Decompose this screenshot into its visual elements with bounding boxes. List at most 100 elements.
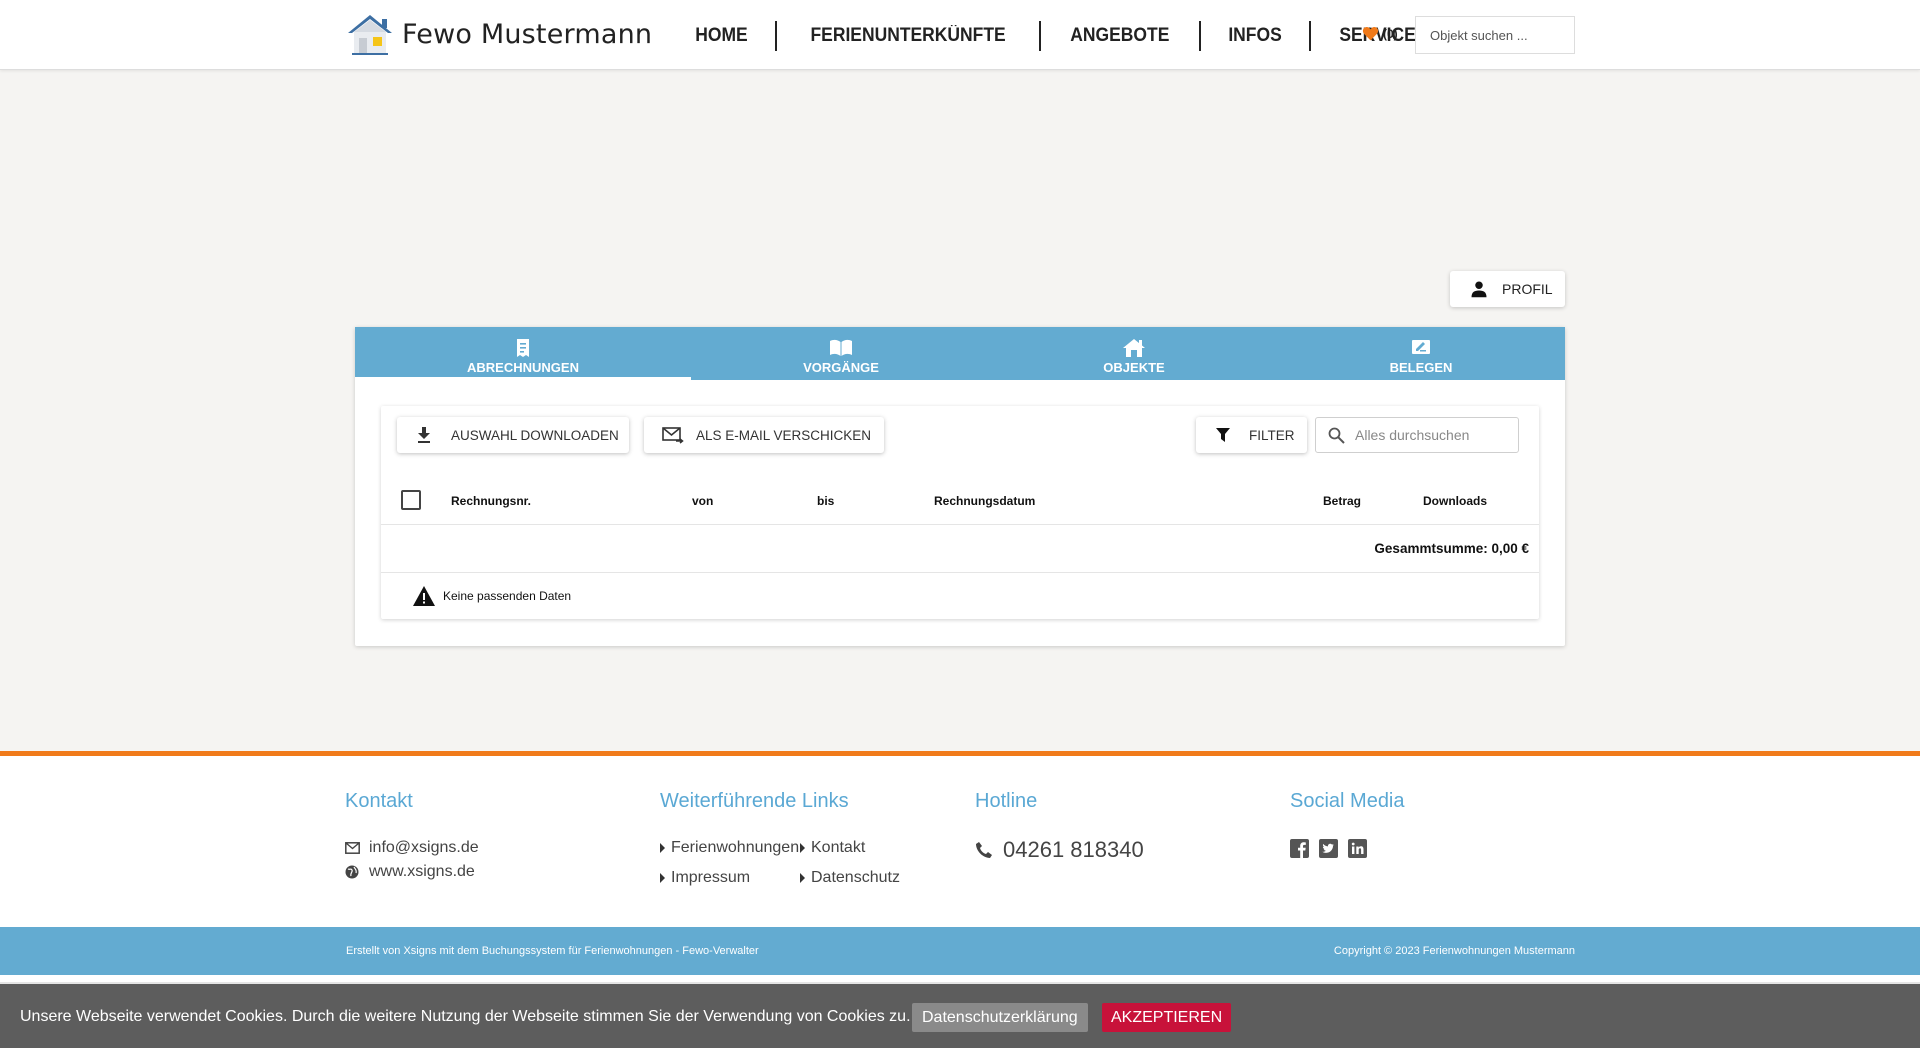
globe-icon [345,865,361,879]
link-label: Ferienwohnungen [671,839,800,856]
email-send-icon [662,426,684,444]
nav-angebote[interactable]: ANGEBOTE [1047,20,1192,52]
privacy-policy-button[interactable]: Datenschutzerklärung [912,1003,1088,1032]
nav-home[interactable]: HOME [672,20,770,52]
footer-contact: Kontakt info@xsigns.de www.xsigns.de [345,790,479,887]
download-selection-label: AUSWAHL DOWNLOADEN [451,427,619,443]
send-email-label: ALS E-MAIL VERSCHICKEN [696,427,872,443]
nav-separator [1039,21,1042,51]
envelope-icon [345,842,361,854]
logo[interactable]: Fewo Mustermann [346,13,652,55]
linkedin-icon[interactable] [1348,839,1367,858]
footer-bottom-bar: Erstellt von Xsigns mit dem Buchungssyst… [0,927,1920,975]
account-card: ABRECHNUNGEN VORGÄNGE OBJEKTE BELEGEN AU… [355,327,1565,646]
cookie-message: Unsere Webseite verwendet Cookies. Durch… [20,1008,911,1025]
column-header[interactable]: von [692,494,713,508]
phone-icon [975,841,993,859]
nav-separator [1198,21,1201,51]
warning-icon [413,586,435,606]
hotline-number: 04261 818340 [1003,837,1144,862]
nav-infos[interactable]: INFOS [1205,20,1304,52]
footer-credit[interactable]: Erstellt von Xsigns mit dem Buchungssyst… [346,945,759,957]
tab-label: OBJEKTE [1103,359,1165,375]
tab-bar: ABRECHNUNGEN VORGÄNGE OBJEKTE BELEGEN [355,327,1565,380]
billing-table-panel: AUSWAHL DOWNLOADEN ALS E-MAIL VERSCHICKE… [381,406,1539,619]
footer-social: Social Media [1290,790,1405,858]
column-header[interactable]: bis [817,494,834,508]
caret-right-icon [660,873,665,883]
filter-button[interactable]: FILTER [1196,417,1307,453]
download-selection-button[interactable]: AUSWAHL DOWNLOADEN [397,417,629,453]
empty-state: Keine passenden Daten [413,586,571,606]
footer-hotline-title: Hotline [975,790,1038,812]
empty-message: Keine passenden Daten [443,589,572,603]
site-header: Fewo Mustermann HOME FERIENUNTERKÜNFTE A… [0,0,1920,70]
tab-label: ABRECHNUNGEN [467,359,579,375]
heart-icon [1362,26,1379,41]
cookie-banner: Unsere Webseite verwendet Cookies. Durch… [0,982,1920,1048]
footer-spacer [0,975,1920,982]
nav-separator [775,21,777,51]
table-total-row: Gesammtsumme: 0,00 € [381,524,1539,573]
footer-link-kontakt[interactable]: Kontakt [800,839,920,857]
footer-hotline: Hotline 04261 818340 [975,790,1144,863]
footer-link-impressum[interactable]: Impressum [660,869,800,887]
column-header[interactable]: Rechnungsnr. [451,494,531,508]
link-label: Kontakt [811,839,866,856]
send-email-button[interactable]: ALS E-MAIL VERSCHICKEN [644,417,884,453]
tab-belegen[interactable]: BELEGEN [1277,327,1565,380]
select-all-checkbox[interactable] [401,490,421,510]
table-search-box[interactable] [1315,417,1519,453]
house-icon [1122,337,1146,359]
favorites-count: (0) [1383,26,1398,41]
search-icon [1328,427,1345,444]
tab-abrechnungen[interactable]: ABRECHNUNGEN [355,327,691,380]
tab-label: BELEGEN [1389,359,1453,375]
hotline-phone[interactable]: 04261 818340 [975,837,1144,863]
footer-copyright: Copyright © 2023 Ferienwohnungen Musterm… [1333,945,1575,957]
column-header[interactable]: Betrag [1323,494,1361,508]
nav-ferienunterkuenfte[interactable]: FERIENUNTERKÜNFTE [787,20,1028,52]
contact-email[interactable]: info@xsigns.de [345,839,479,857]
footer-contact-title: Kontakt [345,790,413,812]
receipt-icon [514,337,532,359]
footer-link-ferienwohnungen[interactable]: Ferienwohnungen [660,839,800,857]
column-header[interactable]: Downloads [1423,494,1487,508]
edit-icon [1411,337,1431,359]
tab-vorgaenge[interactable]: VORGÄNGE [691,327,991,380]
nav-separator [1308,21,1311,51]
accept-cookies-button[interactable]: AKZEPTIEREN [1102,1003,1232,1032]
filter-icon [1216,428,1230,442]
filter-label: FILTER [1249,427,1295,443]
table-header: Rechnungsnr. von bis Rechnungsdatum Betr… [381,478,1539,524]
object-search-input[interactable] [1415,16,1575,54]
main-nav: HOME FERIENUNTERKÜNFTE ANGEBOTE INFOS SE… [668,20,1444,52]
total-sum: Gesammtsumme: 0,00 € [1374,541,1529,556]
book-icon [829,337,853,359]
tab-objekte[interactable]: OBJEKTE [991,327,1277,380]
profile-label: PROFIL [1502,281,1553,297]
caret-right-icon [660,843,665,853]
twitter-icon[interactable] [1319,839,1338,858]
person-icon [1471,281,1487,298]
link-label: Datenschutz [811,869,900,886]
link-label: Impressum [671,869,751,886]
tab-label: VORGÄNGE [803,359,879,375]
contact-website[interactable]: www.xsigns.de [345,863,479,881]
site-footer: Kontakt info@xsigns.de www.xsigns.de Wei… [0,756,1920,927]
footer-social-title: Social Media [1290,790,1405,812]
column-header[interactable]: Rechnungsdatum [934,494,1035,508]
logo-text: Fewo Mustermann [402,18,653,50]
house-logo-icon [348,15,392,55]
favorites-link[interactable]: (0) [1362,26,1398,41]
contact-website-text: www.xsigns.de [369,863,475,880]
profile-button[interactable]: PROFIL [1450,271,1565,307]
footer-links-title: Weiterführende Links [660,790,849,812]
footer-link-datenschutz[interactable]: Datenschutz [800,869,920,887]
facebook-icon[interactable] [1290,839,1309,858]
contact-email-text: info@xsigns.de [369,839,479,856]
footer-links: Weiterführende Links Ferienwohnungen Kon… [660,790,920,887]
download-icon [417,427,431,443]
table-search-input[interactable] [1355,427,1505,443]
caret-right-icon [800,843,805,853]
